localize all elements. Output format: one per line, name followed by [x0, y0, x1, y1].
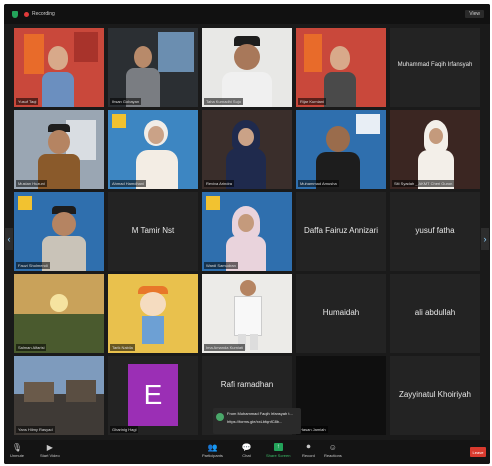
participant-name-label: Fauzi Sholmendi	[16, 262, 50, 269]
participant-tile[interactable]: Ima Amanda Kurniati	[202, 274, 292, 353]
chat-notification-popup[interactable]: From Muhammad Faqih Irfansyah t... https…	[213, 408, 301, 434]
participant-tile[interactable]: Taha Kurnadhi Sujo	[202, 28, 292, 107]
previous-page-arrow-icon[interactable]: ‹	[5, 228, 13, 250]
record-label: Record	[302, 453, 315, 458]
participant-tile[interactable]: Zayyinatul Khoiriyah	[390, 356, 480, 435]
participant-display-name: M Tamir Nst	[131, 226, 175, 235]
participant-tile[interactable]: Reviva Arindra	[202, 110, 292, 189]
participant-name-label: Yans Hilmy Rasyad	[16, 426, 55, 433]
participant-tile[interactable]: Fauzi Sholmendi	[14, 192, 104, 271]
reactions-button[interactable]: ☺ Reactions	[324, 442, 342, 459]
participant-tile[interactable]: Humaidah	[296, 274, 386, 353]
meeting-toolbar: 🎙 Unmute ▶ Start Video 👥 Participants 💬 …	[4, 440, 490, 464]
chat-button[interactable]: 💬 Chat	[241, 442, 252, 459]
participant-tile[interactable]: Daffa Fairuz Annizari	[296, 192, 386, 271]
participant-name-label: Yusuf Taqi	[16, 98, 39, 105]
security-shield-icon[interactable]	[12, 10, 18, 18]
participant-name-label: Reviva Arindra	[204, 180, 235, 187]
participant-avatar-initial: E	[128, 364, 178, 426]
participant-tile[interactable]: Muhammad Amusha	[296, 110, 386, 189]
view-button[interactable]: View	[465, 10, 484, 18]
participants-label: Participants	[202, 453, 223, 458]
participant-name-label: Salman Alfarisi	[16, 344, 47, 351]
microphone-muted-icon: 🎙	[11, 442, 23, 452]
participant-tile[interactable]: ali abdullah	[390, 274, 480, 353]
record-icon: ⏺	[306, 442, 311, 451]
participant-name-label: Rijar Kurniani	[298, 98, 327, 105]
participant-name-label: Gharinig Hagi	[110, 426, 139, 433]
chat-notification-message: https://forms.gle/xxLbfqnfC8b...	[227, 419, 283, 424]
next-page-arrow-icon[interactable]: ›	[481, 228, 489, 250]
participant-tile[interactable]: M Tamir Nst	[108, 192, 198, 271]
video-camera-off-icon: ▶	[46, 442, 53, 452]
participant-name-label: Ihsan Gobayan	[110, 98, 142, 105]
participants-icon: 👥	[207, 442, 218, 452]
participant-tile[interactable]: yusuf fatha	[390, 192, 480, 271]
reactions-icon: ☺	[328, 442, 337, 452]
chat-sender-avatar-icon	[216, 413, 224, 421]
recording-dot-icon	[24, 11, 29, 17]
participant-tile[interactable]: Rijar Kurniani	[296, 28, 386, 107]
participant-name-label: Wardi Samudran	[204, 262, 238, 269]
gallery-grid: Yusuf Taqi Ihsan Gobayan Taha Kurnadhi S…	[14, 28, 480, 438]
participant-tile[interactable]: Ahmad Hamdhani	[108, 110, 198, 189]
participant-display-name: Zayyinatul Khoiriyah	[398, 390, 472, 399]
participant-tile[interactable]: Yusuf Taqi	[14, 28, 104, 107]
record-button[interactable]: ⏺ Record	[302, 442, 315, 458]
chat-notification-sender: From Muhammad Faqih Irfansyah t...	[227, 411, 293, 416]
participant-name-label: Hasan Jamiah	[298, 426, 328, 433]
participant-tile[interactable]: Yans Hilmy Rasyad	[14, 356, 104, 435]
participant-tile[interactable]: Muhammad Faqih Irfansyah	[390, 28, 480, 107]
unmute-button[interactable]: 🎙 Unmute	[10, 442, 25, 459]
share-screen-icon: ↑	[273, 443, 283, 451]
participant-display-name: yusuf fatha	[415, 226, 455, 235]
top-bar: Recording View	[4, 4, 490, 24]
participant-display-name: Muhammad Faqih Irfansyah	[397, 62, 473, 68]
participant-tile[interactable]: Tarik Nabila	[108, 274, 198, 353]
share-screen-label: Share Screen	[266, 453, 291, 458]
participant-display-name: ali abdullah	[414, 308, 456, 317]
participant-name-label: Ima Amanda Kurniati	[204, 344, 246, 351]
participant-tile[interactable]: Wardi Samudran	[202, 192, 292, 271]
participant-name-label: Mustan Huzuni	[16, 180, 47, 187]
start-video-label: Start Video	[40, 453, 60, 458]
participants-button[interactable]: 👥 Participants	[202, 442, 223, 459]
participant-name-label: Taha Kurnadhi Sujo	[204, 98, 243, 105]
share-screen-button[interactable]: ↑ Share Screen	[266, 443, 290, 458]
participant-tile[interactable]: Hasan Jamiah	[296, 356, 386, 435]
zoom-window: Recording View ‹ › Yusuf Taqi Ihsan Goba…	[4, 4, 490, 464]
participant-display-name: Humaidah	[322, 308, 360, 317]
chat-label: Chat	[242, 453, 251, 458]
participant-display-name: Daffa Fairuz Annizari	[303, 226, 379, 235]
participant-tile[interactable]: Ihsan Gobayan	[108, 28, 198, 107]
chat-icon: 💬	[241, 442, 252, 452]
recording-label: Recording	[32, 11, 55, 17]
reactions-label: Reactions	[324, 453, 342, 458]
unmute-label: Unmute	[10, 453, 25, 458]
participant-name-label: Siti Syadah _ AKMT Cheri Guron	[392, 180, 455, 187]
participant-tile[interactable]: E Gharinig Hagi	[108, 356, 198, 435]
leave-button[interactable]: Leave	[470, 447, 486, 457]
participant-name-label: Ahmad Hamdhani	[110, 180, 147, 187]
participant-tile[interactable]: Salman Alfarisi	[14, 274, 104, 353]
participant-tile[interactable]: Mustan Huzuni	[14, 110, 104, 189]
start-video-button[interactable]: ▶ Start Video	[40, 442, 60, 459]
participant-name-label: Muhammad Amusha	[298, 180, 339, 187]
participant-name-label: Tarik Nabila	[110, 344, 135, 351]
participant-display-name: Rafi ramadhan	[220, 380, 274, 389]
participant-tile[interactable]: Siti Syadah _ AKMT Cheri Guron	[390, 110, 480, 189]
